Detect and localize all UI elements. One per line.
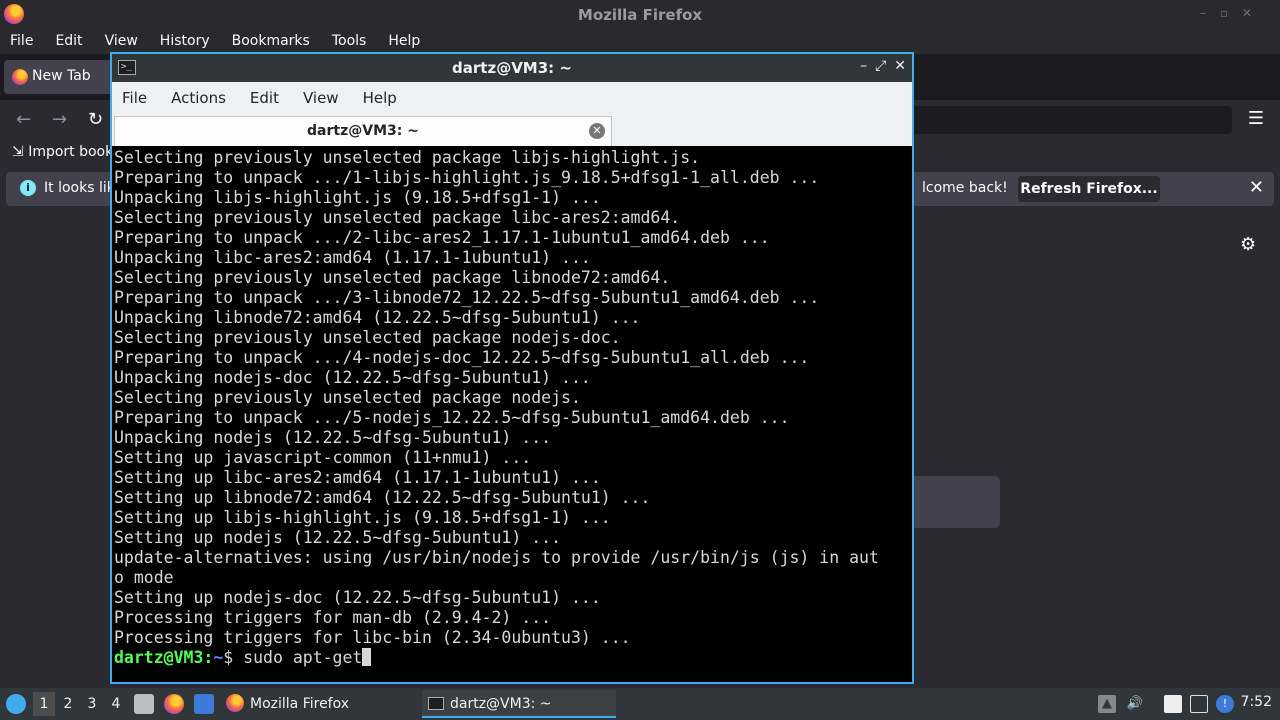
refresh-firefox-button[interactable]: Refresh Firefox... xyxy=(1018,176,1160,202)
clock[interactable]: 7:52 xyxy=(1241,694,1272,710)
file-manager-launcher-icon[interactable] xyxy=(134,694,154,714)
prompt-separator: : xyxy=(203,648,214,667)
eject-icon[interactable]: ▲ xyxy=(1098,695,1116,713)
reload-icon[interactable]: ↻ xyxy=(88,109,103,130)
terminal-line: Unpacking libjs-highlight.js (9.18.5+dfs… xyxy=(114,188,601,207)
firefox-menu-history[interactable]: History xyxy=(160,30,210,54)
hamburger-menu-icon[interactable]: ☰ xyxy=(1248,108,1264,129)
terminal-line: Preparing to unpack .../2-libc-ares2_1.1… xyxy=(114,228,770,247)
terminal-titlebar: >_ dartz@VM3: ~ – ⤢ ✕ xyxy=(112,54,912,82)
terminal-output[interactable]: Selecting previously unselected package … xyxy=(114,148,910,682)
terminal-menu-file[interactable]: File xyxy=(122,82,147,114)
terminal-line: Preparing to unpack .../4-nodejs-doc_12.… xyxy=(114,348,810,367)
info-icon: i xyxy=(20,180,36,196)
terminal-line: Selecting previously unselected package … xyxy=(114,268,671,287)
firefox-menu-edit[interactable]: Edit xyxy=(55,30,82,54)
terminal-tab[interactable]: dartz@VM3: ~ ✕ xyxy=(114,116,612,146)
terminal-line: Setting up libnode72:amd64 (12.22.5~dfsg… xyxy=(114,488,651,507)
taskbar: 1 2 3 4 Mozilla Firefox dartz@VM3: ~ ▲ 🔊… xyxy=(0,688,1280,720)
maximize-icon[interactable]: ⤢ xyxy=(875,58,886,74)
terminal-window-controls: – ⤢ ✕ xyxy=(860,58,906,74)
back-arrow-icon[interactable]: ← xyxy=(16,109,31,130)
terminal-tabbar: dartz@VM3: ~ ✕ xyxy=(112,114,912,146)
terminal-line: Setting up javascript-common (11+nmu1) .… xyxy=(114,448,532,467)
terminal-line: o mode xyxy=(114,568,174,587)
terminal-lines: Selecting previously unselected package … xyxy=(114,148,910,668)
import-bookmarks-button[interactable]: ⇲ Import book xyxy=(12,144,113,160)
terminal-window: >_ dartz@VM3: ~ – ⤢ ✕ File Actions Edit … xyxy=(110,52,914,684)
terminal-menu-view[interactable]: View xyxy=(303,82,339,114)
tab-close-icon[interactable]: ✕ xyxy=(589,123,605,139)
terminal-line: Unpacking libc-ares2:amd64 (1.17.1-1ubun… xyxy=(114,248,591,267)
firefox-menu-bookmarks[interactable]: Bookmarks xyxy=(232,30,310,54)
desktop-launcher-icon[interactable] xyxy=(194,694,214,714)
terminal-line: Unpacking nodejs-doc (12.22.5~dfsg-5ubun… xyxy=(114,368,591,387)
terminal-line: Processing triggers for man-db (2.9.4-2)… xyxy=(114,608,552,627)
url-bar[interactable] xyxy=(910,106,1232,134)
terminal-line: Setting up nodejs (12.22.5~dfsg-5ubuntu1… xyxy=(114,528,562,547)
terminal-line: Unpacking libnode72:amd64 (12.22.5~dfsg-… xyxy=(114,308,641,327)
terminal-line: update-alternatives: using /usr/bin/node… xyxy=(114,548,879,567)
terminal-prompt-line[interactable]: dartz@VM3:~$ sudo apt-get xyxy=(114,648,910,668)
minimize-icon[interactable]: – xyxy=(860,58,867,74)
terminal-line: Preparing to unpack .../1-libjs-highligh… xyxy=(114,168,820,187)
terminal-line: Selecting previously unselected package … xyxy=(114,388,581,407)
terminal-line: Selecting previously unselected package … xyxy=(114,148,701,167)
close-icon[interactable]: ✕ xyxy=(894,58,906,74)
workspace-2[interactable]: 2 xyxy=(57,692,79,716)
prompt-user: dartz@VM3 xyxy=(114,648,204,667)
terminal-task-icon xyxy=(428,697,444,710)
workspace-1[interactable]: 1 xyxy=(33,692,55,716)
firefox-window-title: Mozilla Firefox xyxy=(577,6,703,24)
firefox-launcher-icon[interactable] xyxy=(164,694,184,714)
terminal-line: Selecting previously unselected package … xyxy=(114,328,621,347)
workspace-4[interactable]: 4 xyxy=(105,692,127,716)
notice-text: It looks lik xyxy=(44,180,115,196)
prompt-symbol: $ xyxy=(223,648,244,667)
terminal-line: Preparing to unpack .../5-nodejs_12.22.5… xyxy=(114,408,790,427)
firefox-task-icon xyxy=(226,694,244,712)
terminal-line: Selecting previously unselected package … xyxy=(114,208,681,227)
gear-icon[interactable]: ⚙ xyxy=(1240,234,1256,255)
notification-icon[interactable]: ! xyxy=(1216,695,1234,713)
command-input[interactable]: sudo apt-get xyxy=(243,648,362,667)
firefox-menu-tools[interactable]: Tools xyxy=(332,30,367,54)
task-firefox-label: Mozilla Firefox xyxy=(250,696,350,712)
firefox-menubar: File Edit View History Bookmarks Tools H… xyxy=(0,30,1280,54)
firefox-menu-help[interactable]: Help xyxy=(388,30,420,54)
forward-arrow-icon[interactable]: → xyxy=(52,109,67,130)
terminal-line: Setting up libjs-highlight.js (9.18.5+df… xyxy=(114,508,611,527)
import-bookmarks-label: Import book xyxy=(28,144,114,160)
firefox-menu-view[interactable]: View xyxy=(105,30,138,54)
firefox-tab-label: New Tab xyxy=(32,68,91,84)
firefox-tab-icon xyxy=(12,69,28,85)
terminal-line: Unpacking nodejs (12.22.5~dfsg-5ubuntu1)… xyxy=(114,428,552,447)
task-firefox[interactable]: Mozilla Firefox xyxy=(224,690,414,718)
terminal-line: Processing triggers for libc-bin (2.34-0… xyxy=(114,628,631,647)
terminal-tab-label: dartz@VM3: ~ xyxy=(307,123,419,139)
notice-text-right: lcome back! xyxy=(922,180,1008,196)
firefox-tab-new-tab[interactable]: New Tab xyxy=(4,60,114,94)
cursor xyxy=(362,648,372,666)
firefox-titlebar: Mozilla Firefox –▫✕ xyxy=(0,0,1280,30)
terminal-menu-help[interactable]: Help xyxy=(363,82,397,114)
volume-icon[interactable]: 🔊 xyxy=(1126,695,1144,713)
clipboard-icon[interactable] xyxy=(1164,695,1182,713)
terminal-menu-actions[interactable]: Actions xyxy=(171,82,226,114)
app-launcher-icon[interactable] xyxy=(6,694,26,714)
terminal-line: Preparing to unpack .../3-libnode72_12.2… xyxy=(114,288,820,307)
network-icon[interactable] xyxy=(1190,695,1208,713)
close-icon[interactable]: ✕ xyxy=(1249,177,1264,198)
terminal-menu-edit[interactable]: Edit xyxy=(250,82,279,114)
terminal-line: Setting up nodejs-doc (12.22.5~dfsg-5ubu… xyxy=(114,588,601,607)
terminal-menubar: File Actions Edit View Help xyxy=(112,82,912,114)
prompt-path: ~ xyxy=(213,648,224,667)
terminal-line: Setting up libc-ares2:amd64 (1.17.1-1ubu… xyxy=(114,468,601,487)
task-terminal[interactable]: dartz@VM3: ~ xyxy=(422,690,616,718)
task-terminal-label: dartz@VM3: ~ xyxy=(450,696,552,712)
firefox-window-controls[interactable]: –▫✕ xyxy=(1200,6,1266,20)
firefox-menu-file[interactable]: File xyxy=(10,30,33,54)
terminal-window-title: dartz@VM3: ~ xyxy=(452,59,572,77)
workspace-3[interactable]: 3 xyxy=(81,692,103,716)
